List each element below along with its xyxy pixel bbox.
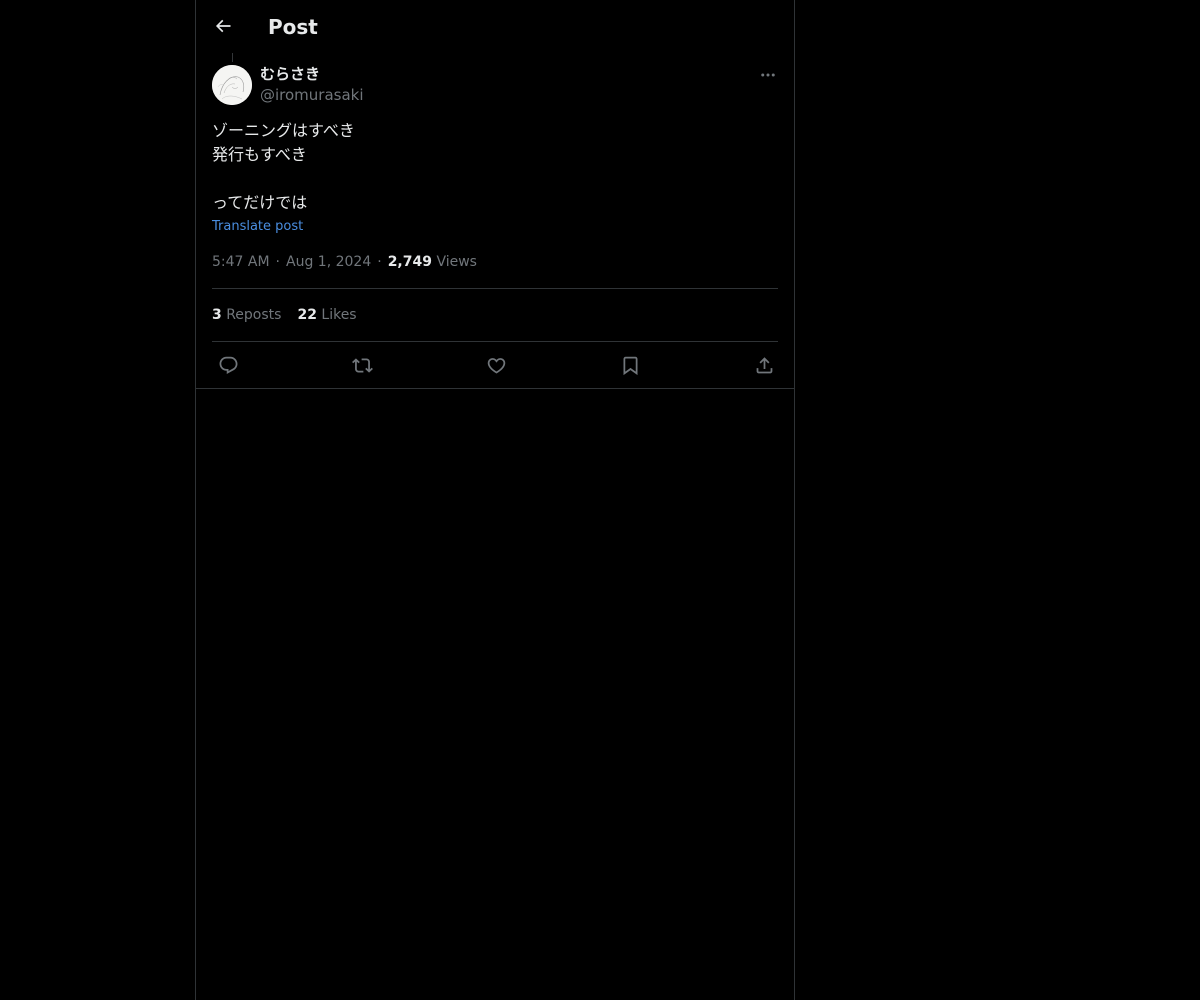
- views-count: 2,749: [387, 254, 432, 270]
- reposts-label: Reposts: [226, 307, 282, 323]
- likes-stat[interactable]: 22 Likes: [297, 307, 356, 323]
- translate-post-link[interactable]: Translate post: [212, 218, 303, 236]
- reposts-stat[interactable]: 3 Reposts: [212, 307, 281, 323]
- post-detail-column: Post むらさき @iromurasaki ゾーニングはすべき 発行もすべき …: [195, 0, 795, 1000]
- bookmark-button[interactable]: [618, 353, 642, 377]
- author-display-name[interactable]: むらさき: [260, 64, 320, 84]
- page-header: Post: [196, 0, 794, 53]
- post-text: ゾーニングはすべき 発行もすべき ってだけでは: [212, 119, 778, 215]
- repost-button[interactable]: [350, 353, 374, 377]
- post-time[interactable]: 5:47 AM: [212, 254, 270, 270]
- page-title: Post: [268, 15, 318, 39]
- post-metadata: 5:47 AM · Aug 1, 2024 · 2,749 Views: [212, 252, 477, 272]
- thread-connector-line: [232, 53, 233, 62]
- action-bar: [196, 342, 794, 388]
- separator-dot: ·: [377, 254, 382, 270]
- post-text-line: ってだけでは: [212, 193, 308, 212]
- likes-count: 22: [297, 307, 317, 323]
- back-button[interactable]: [206, 9, 240, 43]
- bookmark-icon: [623, 356, 637, 375]
- divider: [212, 288, 778, 289]
- more-options-button[interactable]: [756, 64, 780, 86]
- more-dots-icon: [761, 73, 775, 77]
- post-text-line: [212, 167, 778, 191]
- heart-icon: [487, 357, 505, 374]
- separator-dot: ·: [275, 254, 280, 270]
- arrow-left-icon: [215, 19, 231, 33]
- like-button[interactable]: [484, 353, 508, 377]
- avatar-sketch-image: [212, 65, 252, 105]
- avatar[interactable]: [212, 65, 252, 105]
- likes-label: Likes: [321, 307, 357, 323]
- share-button[interactable]: [752, 353, 776, 377]
- author-handle[interactable]: @iromurasaki: [260, 85, 364, 105]
- engagement-stats: 3 Reposts 22 Likes: [212, 305, 373, 325]
- repost-arrows-icon: [351, 357, 373, 373]
- post-date[interactable]: Aug 1, 2024: [286, 254, 371, 270]
- post-text-line: 発行もすべき: [212, 145, 307, 164]
- post-bottom-border: [196, 388, 794, 389]
- reply-button[interactable]: [216, 353, 240, 377]
- views-label: Views: [436, 254, 477, 270]
- share-upload-icon: [756, 356, 772, 373]
- reposts-count: 3: [212, 307, 222, 323]
- post-text-line: ゾーニングはすべき: [212, 121, 355, 140]
- speech-bubble-icon: [219, 356, 237, 374]
